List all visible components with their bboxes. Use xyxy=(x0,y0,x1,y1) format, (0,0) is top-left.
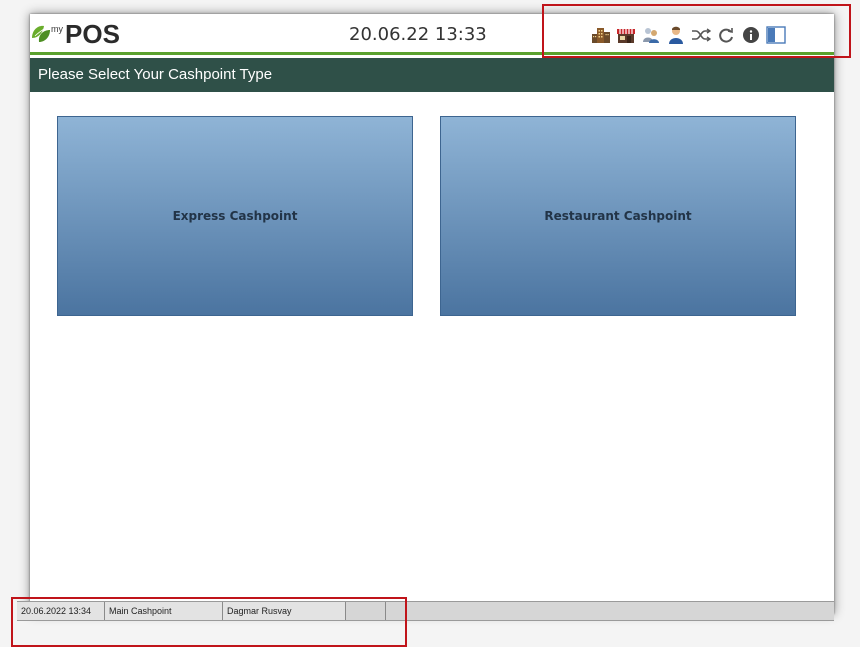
logo-text: POS xyxy=(65,19,120,49)
header-datetime: 20.06.22 13:33 xyxy=(349,24,487,45)
leaf-logo-icon xyxy=(32,25,50,42)
highlight-box-statusbar xyxy=(11,597,407,647)
status-empty-cell xyxy=(386,602,834,620)
highlight-box-toolbar xyxy=(542,4,851,58)
logo-prefix: my xyxy=(51,24,63,34)
express-cashpoint-button[interactable]: Express Cashpoint xyxy=(57,116,413,316)
page-title: Please Select Your Cashpoint Type xyxy=(30,58,834,92)
app-window: my POS 20.06.22 13:33 Please Select Your… xyxy=(17,14,834,621)
restaurant-cashpoint-button[interactable]: Restaurant Cashpoint xyxy=(440,116,796,316)
